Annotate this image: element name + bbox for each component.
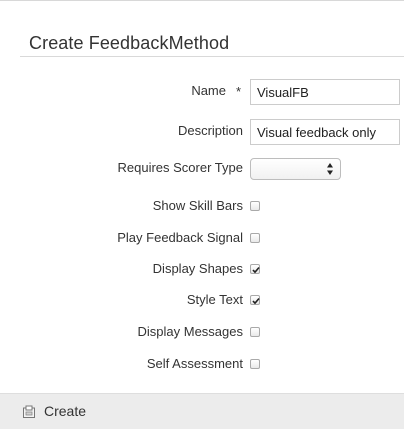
description-input[interactable] [250,119,400,145]
requires-scorer-type-select[interactable] [250,158,341,180]
self-assessment-row: Self Assessment [0,352,404,378]
name-row: Name * [0,79,404,105]
create-icon [23,405,35,418]
checkmark-icon [252,266,260,274]
create-button[interactable]: Create [0,394,110,429]
select-arrows-icon [327,163,333,175]
checkmark-icon [252,297,260,305]
create-button-label: Create [44,403,87,419]
form-footer: Create [0,393,404,429]
play-feedback-signal-row: Play Feedback Signal [0,226,404,252]
style-text-row: Style Text [0,288,404,314]
requires-scorer-type-row: Requires Scorer Type [0,156,404,182]
show-skill-bars-checkbox[interactable] [250,201,260,211]
display-shapes-checkbox[interactable] [250,264,260,274]
self-assessment-checkbox[interactable] [250,359,260,369]
style-text-label: Style Text [186,292,243,307]
display-shapes-row: Display Shapes [0,257,404,283]
page-title: Create FeedbackMethod [29,33,230,53]
show-skill-bars-row: Show Skill Bars [0,194,404,220]
create-feedback-method-panel: Create FeedbackMethod Name * Description… [0,0,404,430]
display-messages-row: Display Messages [0,320,404,346]
play-feedback-signal-label: Play Feedback Signal [117,230,243,245]
description-label: Description [177,123,243,138]
name-input[interactable] [250,79,400,105]
requires-scorer-type-label: Requires Scorer Type [117,160,244,175]
description-row: Description [0,119,404,145]
display-messages-label: Display Messages [137,324,244,339]
display-shapes-label: Display Shapes [152,261,243,276]
name-label: Name [191,83,226,98]
show-skill-bars-label: Show Skill Bars [152,198,243,213]
play-feedback-signal-checkbox[interactable] [250,233,260,243]
self-assessment-label: Self Assessment [146,356,243,371]
required-marker: * [236,84,242,99]
form-header: Create FeedbackMethod [20,14,404,57]
display-messages-checkbox[interactable] [250,327,260,337]
style-text-checkbox[interactable] [250,295,260,305]
